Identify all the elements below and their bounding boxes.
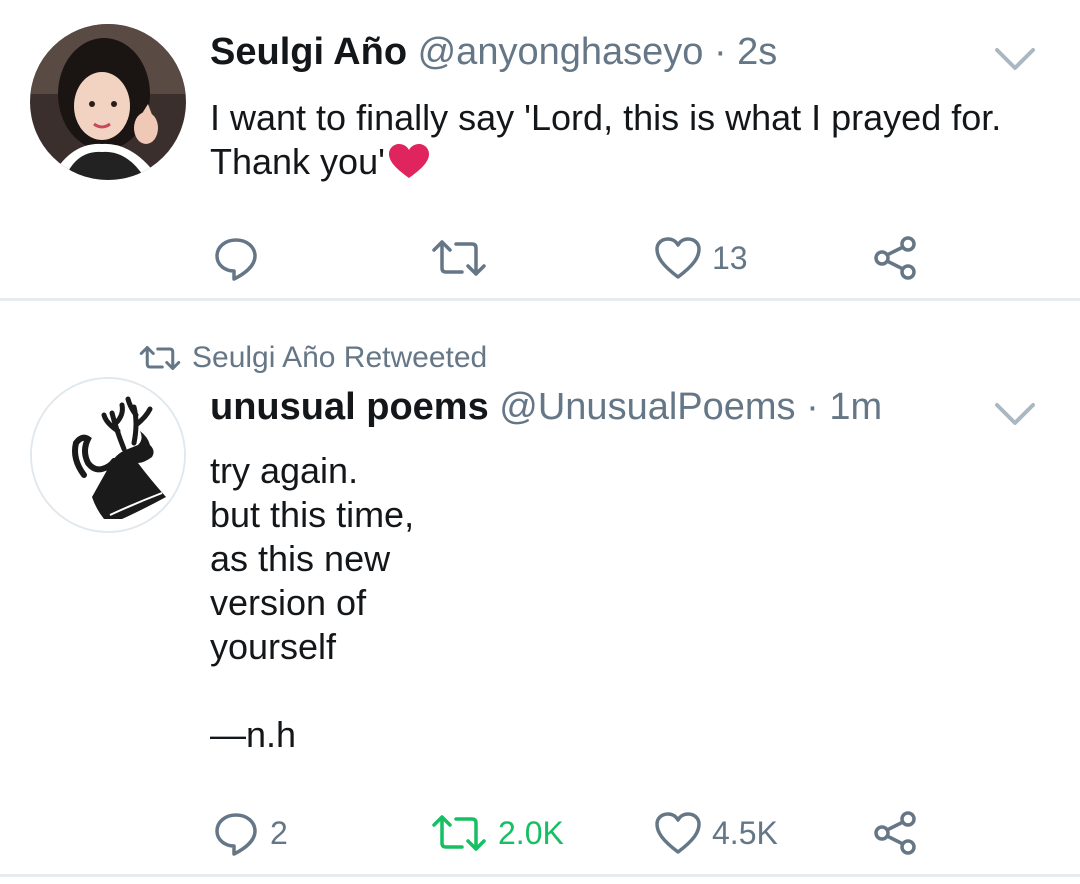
- share-button[interactable]: [872, 228, 920, 288]
- reply-icon: [215, 813, 257, 856]
- share-icon: [874, 811, 916, 855]
- like-count: 13: [712, 239, 748, 276]
- chevron-down-icon[interactable]: [993, 399, 1037, 429]
- reply-icon: [215, 238, 257, 281]
- timestamp[interactable]: 1m: [829, 386, 882, 428]
- red-heart-emoji-icon: [388, 144, 429, 180]
- author-name[interactable]: Seulgi Año: [210, 31, 407, 73]
- tweet-actions: 13: [0, 228, 1080, 288]
- avatar[interactable]: [30, 24, 186, 180]
- author-handle[interactable]: @UnusualPoems: [499, 386, 795, 428]
- share-icon: [874, 236, 916, 280]
- retweet-button[interactable]: 2.0K: [430, 803, 564, 863]
- tweet[interactable]: Seulgi Año Retweeted unusual poems @Unus…: [0, 301, 1080, 875]
- avatar[interactable]: [30, 377, 186, 533]
- author-handle[interactable]: @anyonghaseyo: [418, 31, 704, 73]
- heart-icon: [655, 237, 701, 279]
- tweet-actions: 2 2.0K 4.5K: [0, 803, 1080, 863]
- retweeted-by-text: Seulgi Año Retweeted: [192, 341, 488, 374]
- tweet-text-body: I want to finally say 'Lord, this is wha…: [210, 97, 1002, 182]
- tweet-text: try again. but this time, as this new ve…: [210, 450, 415, 755]
- heart-icon: [655, 812, 701, 854]
- retweet-button[interactable]: [430, 228, 498, 288]
- retweet-icon: [139, 346, 181, 370]
- tweet-header: unusual poems @UnusualPoems · 1m: [210, 385, 882, 429]
- tweet[interactable]: Seulgi Año @anyonghaseyo · 2s I want to …: [0, 0, 1080, 298]
- like-button[interactable]: 4.5K: [654, 803, 778, 863]
- reply-count: 2: [270, 814, 288, 851]
- tweet-header: Seulgi Año @anyonghaseyo · 2s: [210, 30, 777, 74]
- like-button[interactable]: 13: [654, 228, 748, 288]
- retweet-icon: [432, 240, 486, 276]
- retweet-count: 2.0K: [498, 814, 564, 851]
- like-count: 4.5K: [712, 814, 778, 851]
- timestamp[interactable]: 2s: [737, 31, 777, 73]
- divider: [0, 874, 1080, 877]
- reply-button[interactable]: 2: [212, 803, 288, 863]
- retweeted-by-line[interactable]: Seulgi Año Retweeted: [138, 339, 487, 377]
- retweet-icon: [432, 815, 486, 851]
- reply-button[interactable]: [212, 228, 270, 288]
- separator-dot: ·: [713, 31, 727, 73]
- author-name[interactable]: unusual poems: [210, 386, 489, 428]
- tweet-text: I want to finally say 'Lord, this is wha…: [210, 96, 1060, 184]
- separator-dot: ·: [806, 386, 819, 428]
- share-button[interactable]: [872, 803, 920, 863]
- chevron-down-icon[interactable]: [993, 44, 1037, 74]
